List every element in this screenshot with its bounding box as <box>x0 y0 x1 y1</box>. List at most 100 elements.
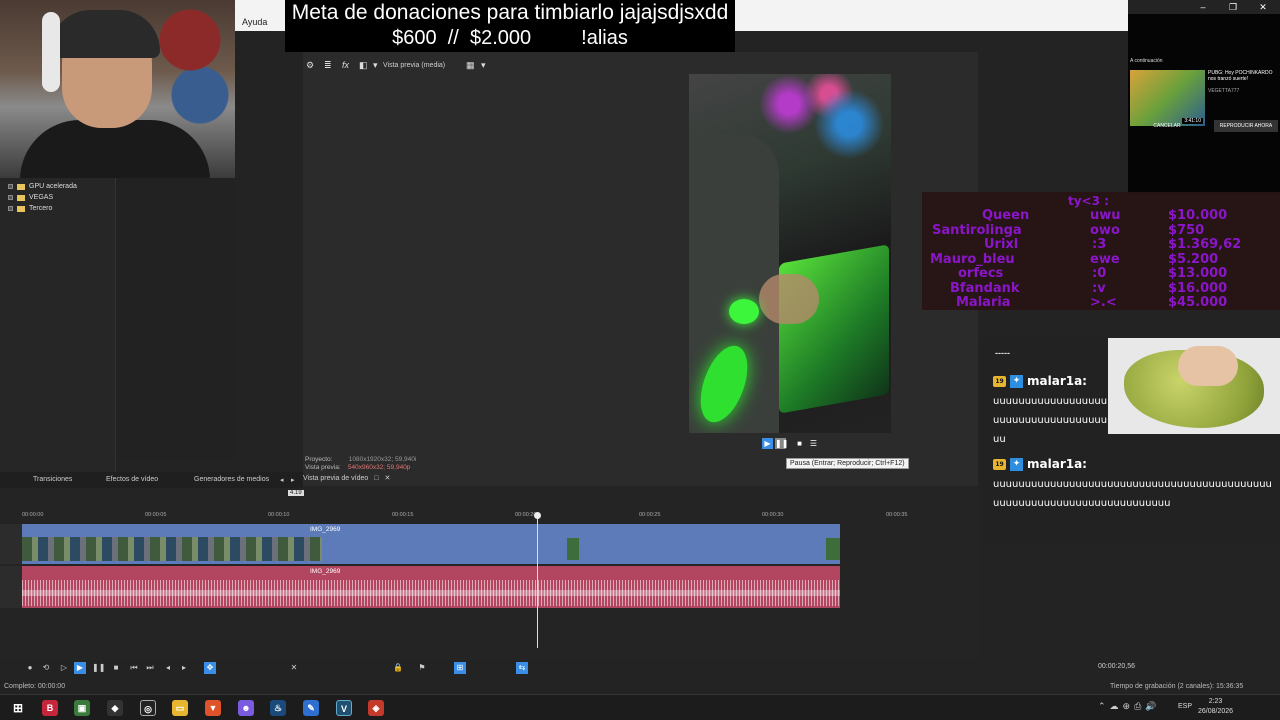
close-button[interactable]: ✕ <box>1248 0 1278 14</box>
tick-label: 00:00:30 <box>762 512 784 518</box>
stop-icon[interactable]: ■ <box>794 438 805 449</box>
brave-icon[interactable]: ▼ <box>205 700 221 716</box>
chat-text: uuuuuuuuuuuuuuuuuuuuuuuuuuuuuuuuuuuuuuuu… <box>993 479 1272 509</box>
folder-item[interactable]: GPU acelerada <box>8 183 77 190</box>
edit-tool-icon[interactable]: ✥ <box>204 662 216 674</box>
chevron-down-icon[interactable]: ▾ <box>481 60 486 71</box>
system-tray[interactable]: ⌃☁⊕⎙🔊 <box>1098 701 1161 712</box>
preview-tab[interactable]: Vista previa de vídeo □ ✕ <box>303 474 390 483</box>
playhead-handle[interactable] <box>534 512 541 519</box>
layers-icon[interactable]: ≣ <box>324 60 332 71</box>
donor-row: Mauro_bleu ewe $5.200 <box>922 252 1280 267</box>
donor-row: Santirolinga owo $750 <box>922 223 1280 238</box>
lock-icon[interactable]: 🔒 <box>392 662 404 674</box>
folder-item[interactable]: VEGAS <box>8 194 53 201</box>
chevron-down-icon[interactable]: ▾ <box>373 60 378 71</box>
screen: Ayuda – ❐ ✕ ⚙ ≣ fx ◧ ▾ Vista previa (med… <box>0 0 1280 720</box>
window-icon[interactable]: □ <box>374 475 378 482</box>
menu-help[interactable]: Ayuda <box>242 17 267 27</box>
marker-icon[interactable]: ⚑ <box>416 662 428 674</box>
play-icon[interactable]: ▶ <box>74 662 86 674</box>
project-value: 1080x1920x32; 59,940i <box>348 456 417 463</box>
next-video-title[interactable]: PUBG: Hoy POCHINKARDO nos tranzó suerte! <box>1208 70 1278 82</box>
app-icon[interactable]: ◎ <box>140 700 156 716</box>
donor-emote: >.< <box>1090 295 1117 310</box>
preview-video-frame <box>689 74 891 433</box>
snap-icon[interactable]: ⊞ <box>454 662 466 674</box>
folder-icon <box>17 194 25 201</box>
marker-flag[interactable]: 4.19 <box>288 490 304 496</box>
auto-ripple-icon[interactable]: ⇆ <box>516 662 528 674</box>
pause-icon[interactable]: ❚❚ <box>92 662 105 674</box>
video-track-header[interactable] <box>0 524 22 564</box>
play-now-button[interactable]: REPRODUCIR AHORA <box>1214 120 1278 132</box>
chat-username[interactable]: malar1a: <box>1027 374 1087 388</box>
donor-leaderboard: ty<3 : Queen uwu $10.000 Santirolinga owo $7… <box>922 192 1280 310</box>
delete-icon[interactable]: ✕ <box>288 662 300 674</box>
video-clip-thumbnails[interactable] <box>22 537 322 561</box>
language-indicator[interactable]: ESP <box>1178 703 1192 710</box>
audio-clip-label: IMG_2969 <box>310 568 341 575</box>
preview-transport: ▶ ❚❚ ■ ☰ <box>762 438 822 450</box>
docked-tabs: Transiciones Efectos de vídeo Generadore… <box>0 472 303 488</box>
windows-start-icon[interactable]: ⊞ <box>10 700 26 716</box>
go-to-start-icon[interactable]: ⏮ <box>128 662 140 674</box>
chat-message: 19 ✦ malar1a: uuuuuuuuuuuuuuuuuuuuuuuuuuuu… <box>993 457 1273 513</box>
steam-icon[interactable]: ♨ <box>270 700 286 716</box>
go-to-end-icon[interactable]: ⏭ <box>144 662 156 674</box>
time-ruler[interactable]: 00:00:00 00:00:05 00:00:10 00:00:15 00:0… <box>20 512 980 524</box>
tab-video-effects[interactable]: Efectos de vídeo <box>106 476 158 483</box>
app-icon[interactable]: ✎ <box>303 700 319 716</box>
app-icon[interactable]: ◆ <box>107 700 123 716</box>
maximize-button[interactable]: ❐ <box>1218 0 1248 14</box>
chevron-right-icon[interactable]: ▸ <box>291 476 295 484</box>
next-video-overlay: A continuación 3:41:10 PUBG: Hoy POCHINK… <box>1128 14 1280 194</box>
record-icon[interactable]: ● <box>24 662 36 674</box>
cancel-button[interactable]: CANCELAR <box>1132 120 1202 132</box>
playhead[interactable] <box>537 512 538 648</box>
gear-icon[interactable]: ⚙ <box>306 60 314 71</box>
menu-icon[interactable]: ☰ <box>808 438 819 449</box>
audio-track-header[interactable] <box>0 566 22 608</box>
close-icon[interactable]: ✕ <box>384 474 390 482</box>
clock-time: 2:23 <box>1208 698 1223 705</box>
minimize-button[interactable]: – <box>1188 0 1218 14</box>
video-track[interactable]: IMG_2969 <box>22 524 840 564</box>
tick-label: 00:00:15 <box>392 512 414 518</box>
donor-name: orfecs <box>958 266 1004 281</box>
prev-frame-icon[interactable]: ◂ <box>162 662 174 674</box>
play-from-start-icon[interactable]: ▷ <box>58 662 70 674</box>
fx-icon[interactable]: fx <box>342 60 349 70</box>
app-icon[interactable]: ◈ <box>368 700 384 716</box>
next-frame-icon[interactable]: ▸ <box>178 662 190 674</box>
donation-progress: $600 // $2.000 !alias <box>392 27 628 49</box>
app-icon[interactable]: ☻ <box>238 700 254 716</box>
explorer-panel: GPU acelerada VEGAS Tercero <box>0 178 116 474</box>
donor-amount: $750 <box>1168 223 1205 238</box>
tab-transitions[interactable]: Transiciones <box>33 476 72 483</box>
split-screen-icon[interactable]: ◧ <box>359 60 368 71</box>
loop-icon[interactable]: ⟲ <box>40 662 52 674</box>
streamer-webcam <box>0 0 235 178</box>
play-icon[interactable]: ▶ <box>762 438 773 449</box>
chat-username[interactable]: malar1a: <box>1027 457 1087 471</box>
timecode-display: 00:00:20,56 <box>1098 663 1135 670</box>
tick-label: 00:00:05 <box>145 512 167 518</box>
donor-emote: :3 <box>1092 237 1107 252</box>
vegas-icon[interactable]: V <box>336 700 352 716</box>
stop-icon[interactable]: ■ <box>110 662 122 674</box>
preview-quality-select[interactable]: Vista previa (media) <box>383 62 445 69</box>
pause-icon[interactable]: ❚❚ <box>775 438 788 449</box>
app-icon[interactable]: ▣ <box>74 700 90 716</box>
folder-icon[interactable]: ▭ <box>172 700 188 716</box>
chevron-left-icon[interactable]: ◂ <box>280 476 284 484</box>
audio-track[interactable]: IMG_2969 <box>22 566 840 608</box>
overlay-icon[interactable]: ▦ <box>466 60 475 71</box>
audio-waveform-center <box>22 590 840 596</box>
next-video-thumbnail[interactable]: 3:41:10 <box>1130 70 1205 126</box>
folder-item[interactable]: Tercero <box>8 205 52 212</box>
clock[interactable]: 2:23 26/08/2026 <box>1198 697 1233 717</box>
folder-icon <box>17 205 25 212</box>
app-icon[interactable]: B <box>42 700 58 716</box>
tab-media-generators[interactable]: Generadores de medios <box>194 476 269 483</box>
